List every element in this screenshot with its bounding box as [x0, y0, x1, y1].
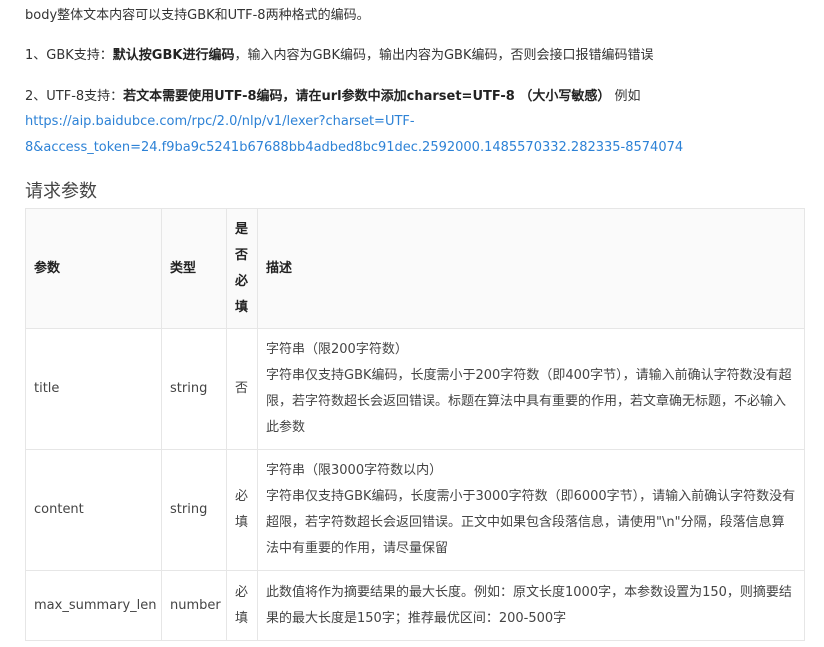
- example-url-link-1[interactable]: https://aip.baidubce.com/rpc/2.0/nlp/v1/…: [25, 114, 415, 129]
- desc-line-2: 字符串仅支持GBK编码，长度需小于200字符数（即400字节），请输入前确认字符…: [266, 368, 792, 435]
- utf8-prefix: 2、UTF-8支持：: [25, 89, 124, 104]
- header-required: 是否必填: [226, 208, 258, 329]
- table-row: title string 否 字符串（限200字符数） 字符串仅支持GBK编码，…: [25, 328, 805, 450]
- param-name: max_summary_len: [25, 570, 162, 641]
- required-value: 否: [235, 381, 249, 396]
- header-required-label: 是否必填: [235, 221, 249, 315]
- param-required: 否: [226, 328, 258, 450]
- desc-line-1: 字符串（限3000字符数以内）: [266, 463, 443, 478]
- table-header-row: 参数 类型 是否必填 描述: [25, 208, 805, 329]
- table-row: content string 必填 字符串（限3000字符数以内） 字符串仅支持…: [25, 449, 805, 571]
- section-title: 请求参数: [25, 181, 97, 202]
- example-url-line2[interactable]: 8&access_token=24.f9ba9c5241b67688bb4adb…: [25, 138, 683, 158]
- param-type: string: [161, 449, 227, 571]
- table-row: max_summary_len number 必填 此数值将作为摘要结果的最大长…: [25, 570, 805, 641]
- header-desc: 描述: [257, 208, 805, 329]
- param-required: 必填: [226, 449, 258, 571]
- utf8-bold: 若文本需要使用UTF-8编码，请在url参数中添加charset=UTF-8 （…: [123, 89, 611, 104]
- param-type: string: [161, 328, 227, 450]
- param-name: title: [25, 328, 162, 450]
- header-type: 类型: [161, 208, 227, 329]
- param-desc: 字符串（限3000字符数以内） 字符串仅支持GBK编码，长度需小于3000字符数…: [257, 449, 805, 571]
- utf8-rest: 例如: [610, 89, 641, 104]
- desc-line-1: 此数值将作为摘要结果的最大长度。例如：原文长度1000字，本参数设置为150，则…: [266, 584, 792, 626]
- param-required: 必填: [226, 570, 258, 641]
- param-type: number: [161, 570, 227, 641]
- gbk-support-line: 1、GBK支持：默认按GBK进行编码，输入内容为GBK编码，输出内容为GBK编码…: [25, 46, 654, 66]
- example-url-link-2[interactable]: 8&access_token=24.f9ba9c5241b67688bb4adb…: [25, 140, 683, 155]
- utf8-support-line: 2、UTF-8支持：若文本需要使用UTF-8编码，请在url参数中添加chars…: [25, 87, 640, 107]
- gbk-bold: 默认按GBK进行编码: [112, 48, 235, 63]
- required-value: 必填: [235, 489, 249, 530]
- gbk-rest: ，输入内容为GBK编码，输出内容为GBK编码，否则会接口报错编码错误: [234, 48, 654, 63]
- header-param: 参数: [25, 208, 162, 329]
- param-desc: 字符串（限200字符数） 字符串仅支持GBK编码，长度需小于200字符数（即40…: [257, 328, 805, 450]
- gbk-prefix: 1、GBK支持：: [25, 48, 113, 63]
- desc-line-1: 字符串（限200字符数）: [266, 342, 408, 357]
- desc-line-2: 字符串仅支持GBK编码，长度需小于3000字符数（即6000字节），请输入前确认…: [266, 489, 796, 556]
- example-url-line1[interactable]: https://aip.baidubce.com/rpc/2.0/nlp/v1/…: [25, 112, 415, 132]
- params-table: 参数 类型 是否必填 描述 title string 否 字符串（限200字符数…: [25, 208, 805, 641]
- param-name: content: [25, 449, 162, 571]
- required-value: 必填: [235, 584, 249, 626]
- param-desc: 此数值将作为摘要结果的最大长度。例如：原文长度1000字，本参数设置为150，则…: [257, 570, 805, 641]
- encoding-note: body整体文本内容可以支持GBK和UTF-8两种格式的编码。: [25, 8, 370, 23]
